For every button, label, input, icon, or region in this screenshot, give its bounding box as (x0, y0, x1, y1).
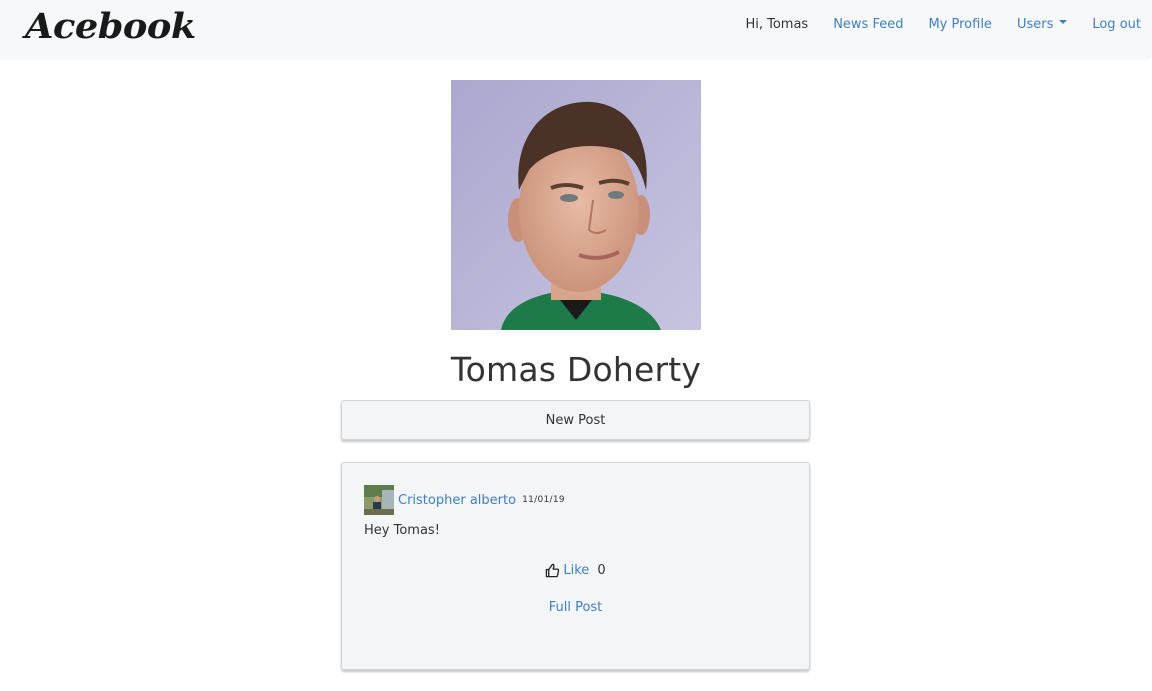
nav-log-out[interactable]: Log out (1092, 17, 1141, 32)
post-date: 11/01/19 (522, 495, 565, 505)
full-post-row: Full Post (342, 600, 809, 615)
post-card: Cristopher alberto 11/01/19 Hey Tomas! L… (341, 462, 810, 670)
post-author-link[interactable]: Cristopher alberto (398, 493, 516, 508)
nav-users-label: Users (1016, 16, 1054, 32)
profile-photo (451, 80, 701, 330)
nav-news-feed[interactable]: News Feed (833, 17, 903, 32)
greeting: Hi, Tomas (745, 16, 809, 32)
profile-photo-image (451, 80, 701, 330)
nav-users-dropdown[interactable]: Users (1016, 16, 1068, 32)
nav-my-profile[interactable]: My Profile (928, 17, 991, 32)
nav-links: Hi, Tomas News Feed My Profile Users Log… (720, 15, 1141, 33)
author-avatar[interactable] (364, 485, 394, 515)
profile-name: Tomas Doherty (450, 350, 702, 389)
caret-down-icon (1059, 20, 1068, 24)
navbar: Acebook Hi, Tomas News Feed My Profile U… (0, 0, 1152, 60)
post-body: Hey Tomas! (364, 523, 440, 538)
post-header: Cristopher alberto 11/01/19 (364, 485, 565, 515)
brand-logo[interactable]: Acebook (25, 6, 196, 47)
new-post-button[interactable]: New Post (341, 400, 810, 440)
author-avatar-image (364, 485, 394, 515)
like-button[interactable]: Like (563, 563, 589, 578)
like-row: Like 0 (342, 563, 809, 578)
full-post-link[interactable]: Full Post (549, 600, 603, 615)
thumbs-up-icon[interactable] (545, 563, 560, 578)
like-count: 0 (597, 563, 606, 578)
